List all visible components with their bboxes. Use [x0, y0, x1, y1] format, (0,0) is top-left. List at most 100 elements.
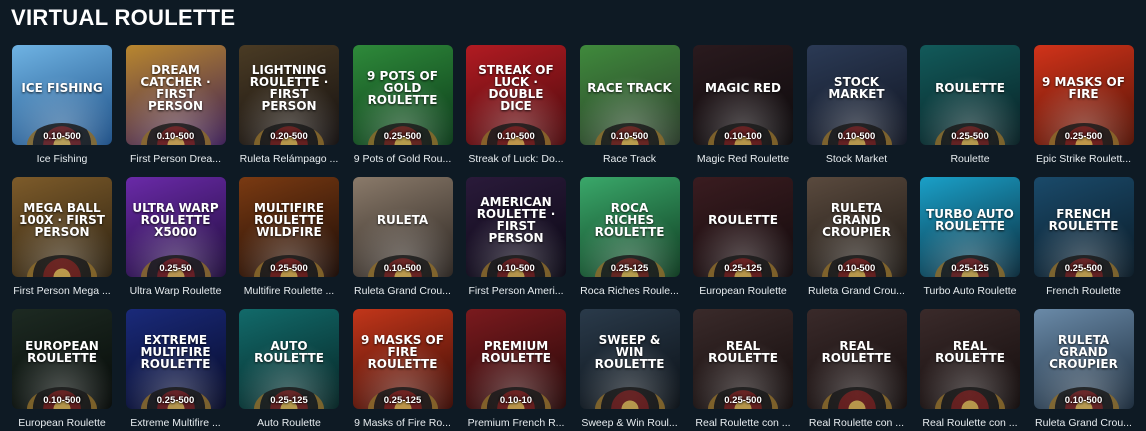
game-name[interactable]: Magic Red Roulette — [693, 153, 793, 165]
game-card[interactable]: 9 MASKS OF FIRE 0.25-500 Epic Strike Roule… — [1033, 45, 1134, 177]
game-name[interactable]: 9 Masks of Fire Ro... — [353, 417, 453, 429]
american-roulette-thumbnail[interactable]: AMERICAN ROULETTE · FIRST PERSON 0.10-500 — [466, 177, 566, 277]
game-card[interactable]: ROULETTE 0.25-125 European Roulette — [693, 177, 793, 309]
bet-range: 0.10-500 — [837, 131, 876, 142]
game-card[interactable]: EUROPEAN ROULETTE 0.10-500 European Roulet… — [12, 309, 112, 431]
thumbnail-art-title: DREAM CATCHER · FIRST PERSON — [140, 63, 211, 113]
game-name[interactable]: Roulette — [920, 153, 1020, 165]
bet-range: 0.25-500 — [1064, 263, 1103, 274]
thumbnail-art-title: AUTO ROULETTE — [254, 339, 324, 365]
game-name[interactable]: Multifire Roulette ... — [239, 285, 339, 297]
game-card[interactable]: PREMIUM ROULETTE 0.10-10 Premium French R.… — [466, 309, 566, 431]
bet-range: 0.25-125 — [724, 263, 762, 274]
game-card[interactable]: 9 MASKS OF FIRE ROULETTE 0.25-125 9 Masks … — [352, 309, 453, 431]
game-name[interactable]: Auto Roulette — [239, 417, 339, 429]
ruleta-grand-croupier-2-thumbnail[interactable]: RULETA GRAND CROUPIER 0.10-500 — [806, 177, 907, 277]
game-card[interactable]: DREAM CATCHER · FIRST PERSON 0.10-500 Firs… — [125, 45, 226, 177]
game-card[interactable]: STREAK OF LUCK · DOUBLE DICE 0.10-500 Stre… — [466, 45, 566, 177]
ruleta-grand-croupier-thumbnail[interactable]: RULETA 0.10-500 — [352, 177, 453, 277]
multifire-thumbnail[interactable]: MULTIFIRE ROULETTE WILDFIRE 0.25-500 — [239, 177, 339, 277]
game-card[interactable]: ROULETTE 0.25-500 Roulette — [920, 45, 1020, 177]
auto-roulette-thumbnail[interactable]: AUTO ROULETTE 0.25-125 — [239, 309, 339, 409]
thumbnail-art-title: FRENCH ROULETTE — [1048, 207, 1119, 233]
game-card[interactable]: STOCK MARKET 0.10-500 Stock Market — [806, 45, 907, 177]
extreme-multifire-thumbnail[interactable]: EXTREME MULTIFIRE ROULETTE 0.25-500 — [125, 309, 226, 409]
game-name[interactable]: First Person Ameri... — [466, 285, 566, 297]
game-card[interactable]: MEGA BALL 100x · FIRST PERSON First Perso… — [12, 177, 112, 309]
game-name[interactable]: Ultra Warp Roulette — [126, 285, 226, 297]
real-roulette-2-thumbnail[interactable]: REAL ROULETTE — [806, 309, 907, 409]
thumbnail-art-title: MEGA BALL 100x · FIRST PERSON — [19, 201, 105, 239]
game-card[interactable]: RULETA 0.10-500 Ruleta Grand Crou... — [352, 177, 453, 309]
thumbnail-art-title: ROULETTE — [708, 213, 778, 227]
game-name[interactable]: Race Track — [580, 153, 680, 165]
game-card[interactable]: REAL ROULETTE 0.25-500 Real Roulette con .… — [693, 309, 793, 431]
game-card[interactable]: AUTO ROULETTE 0.25-125 Auto Roulette — [239, 309, 339, 431]
game-card[interactable]: RACE TRACK 0.10-500 Race Track — [579, 45, 680, 177]
game-name[interactable]: Roca Riches Roule... — [580, 285, 680, 297]
game-card[interactable]: ICE FISHING 0.10-500 Ice Fishing — [12, 45, 112, 177]
european-roulette-2-thumbnail[interactable]: EUROPEAN ROULETTE 0.10-500 — [12, 309, 112, 409]
game-card[interactable]: SWEEP & WIN ROULETTE Sweep & Win Roul... — [579, 309, 680, 431]
game-card[interactable]: REAL ROULETTE Real Roulette con ... — [920, 309, 1020, 431]
streak-of-luck-thumbnail[interactable]: STREAK OF LUCK · DOUBLE DICE 0.10-500 — [466, 45, 566, 145]
ice-fishing-thumbnail[interactable]: ICE FISHING 0.10-500 — [12, 45, 112, 145]
ultra-warp-thumbnail[interactable]: ULTRA WARP ROULETTE X5000 0.25-50 — [125, 177, 226, 277]
game-card[interactable]: RULETA GRAND CROUPIER 0.10-500 Ruleta Gran… — [806, 177, 907, 309]
game-name[interactable]: Ruleta Grand Crou... — [807, 285, 907, 297]
game-name[interactable]: First Person Mega ... — [12, 285, 112, 297]
roulette-thumbnail[interactable]: ROULETTE 0.25-500 — [920, 45, 1020, 145]
game-name[interactable]: Turbo Auto Roulette — [920, 285, 1020, 297]
real-roulette-3-thumbnail[interactable]: REAL ROULETTE — [920, 309, 1020, 409]
game-card[interactable]: MAGIC RED 0.10-100 Magic Red Roulette — [693, 45, 793, 177]
game-name[interactable]: Ruleta Relámpago ... — [239, 153, 339, 165]
game-card[interactable]: ULTRA WARP ROULETTE X5000 0.25-50 Ultra Wa… — [125, 177, 226, 309]
game-card[interactable]: 9 POTS OF GOLD ROULETTE 0.25-500 9 Pots of… — [352, 45, 453, 177]
dream-catcher-thumbnail[interactable]: DREAM CATCHER · FIRST PERSON 0.10-500 — [125, 45, 226, 145]
ruleta-grand-croupier-3-thumbnail[interactable]: RULETA GRAND CROUPIER 0.10-500 — [1033, 309, 1134, 409]
game-name[interactable]: Streak of Luck: Do... — [466, 153, 566, 165]
game-name[interactable]: Epic Strike Roulett... — [1034, 153, 1134, 165]
lightning-roulette-thumbnail[interactable]: LIGHTNING ROULETTE · FIRST PERSON 0.20-50… — [239, 45, 339, 145]
game-name[interactable]: Ruleta Grand Crou... — [353, 285, 453, 297]
pots-of-gold-thumbnail[interactable]: 9 POTS OF GOLD ROULETTE 0.25-500 — [352, 45, 453, 145]
game-name[interactable]: First Person Drea... — [126, 153, 226, 165]
french-roulette-thumbnail[interactable]: FRENCH ROULETTE 0.25-500 — [1033, 177, 1134, 277]
real-roulette-1-thumbnail[interactable]: REAL ROULETTE 0.25-500 — [693, 309, 793, 409]
premium-french-thumbnail[interactable]: PREMIUM ROULETTE 0.10-10 — [466, 309, 566, 409]
game-name[interactable]: Real Roulette con ... — [920, 417, 1020, 429]
masks-of-fire-thumbnail[interactable]: 9 MASKS OF FIRE ROULETTE 0.25-125 — [352, 309, 453, 409]
game-card[interactable]: EXTREME MULTIFIRE ROULETTE 0.25-500 Extrem… — [125, 309, 226, 431]
game-name[interactable]: Ruleta Grand Crou... — [1034, 417, 1134, 429]
mega-ball-thumbnail[interactable]: MEGA BALL 100x · FIRST PERSON — [12, 177, 112, 277]
roca-riches-thumbnail[interactable]: ROCA RICHES ROULETTE 0.25-125 — [579, 177, 680, 277]
game-card[interactable]: AMERICAN ROULETTE · FIRST PERSON 0.10-500… — [466, 177, 566, 309]
game-card[interactable]: TURBO AUTO ROULETTE 0.25-125 Turbo Auto Ro… — [920, 177, 1020, 309]
game-name[interactable]: Real Roulette con ... — [807, 417, 907, 429]
stock-market-thumbnail[interactable]: STOCK MARKET 0.10-500 — [806, 45, 907, 145]
european-roulette-thumbnail[interactable]: ROULETTE 0.25-125 — [693, 177, 793, 277]
game-name[interactable]: European Roulette — [693, 285, 793, 297]
magic-red-thumbnail[interactable]: MAGIC RED 0.10-100 — [693, 45, 793, 145]
sweep-win-thumbnail[interactable]: SWEEP & WIN ROULETTE — [579, 309, 680, 409]
turbo-auto-thumbnail[interactable]: TURBO AUTO ROULETTE 0.25-125 — [920, 177, 1020, 277]
game-name[interactable]: Stock Market — [807, 153, 907, 165]
game-name[interactable]: Sweep & Win Roul... — [580, 417, 680, 429]
game-name[interactable]: Real Roulette con ... — [693, 417, 793, 429]
epic-strike-thumbnail[interactable]: 9 MASKS OF FIRE 0.25-500 — [1033, 45, 1134, 145]
game-card[interactable]: FRENCH ROULETTE 0.25-500 French Roulette — [1033, 177, 1134, 309]
game-card[interactable]: LIGHTNING ROULETTE · FIRST PERSON 0.20-50… — [239, 45, 339, 177]
game-card[interactable]: RULETA GRAND CROUPIER 0.10-500 Ruleta Gran… — [1033, 309, 1134, 431]
game-card[interactable]: REAL ROULETTE Real Roulette con ... — [806, 309, 907, 431]
game-name[interactable]: European Roulette — [12, 417, 112, 429]
game-name[interactable]: 9 Pots of Gold Rou... — [353, 153, 453, 165]
game-card[interactable]: ROCA RICHES ROULETTE 0.25-125 Roca Riches … — [579, 177, 680, 309]
race-track-thumbnail[interactable]: RACE TRACK 0.10-500 — [579, 45, 680, 145]
game-name[interactable]: Premium French R... — [466, 417, 566, 429]
game-name[interactable]: French Roulette — [1034, 285, 1134, 297]
game-card[interactable]: MULTIFIRE ROULETTE WILDFIRE 0.25-500 Multi… — [239, 177, 339, 309]
game-name[interactable]: Ice Fishing — [12, 153, 112, 165]
game-name[interactable]: Extreme Multifire ... — [126, 417, 226, 429]
thumbnail-art-title: STREAK OF LUCK · DOUBLE DICE — [478, 63, 554, 113]
thumbnail-art-title: 9 MASKS OF FIRE — [1042, 75, 1125, 101]
